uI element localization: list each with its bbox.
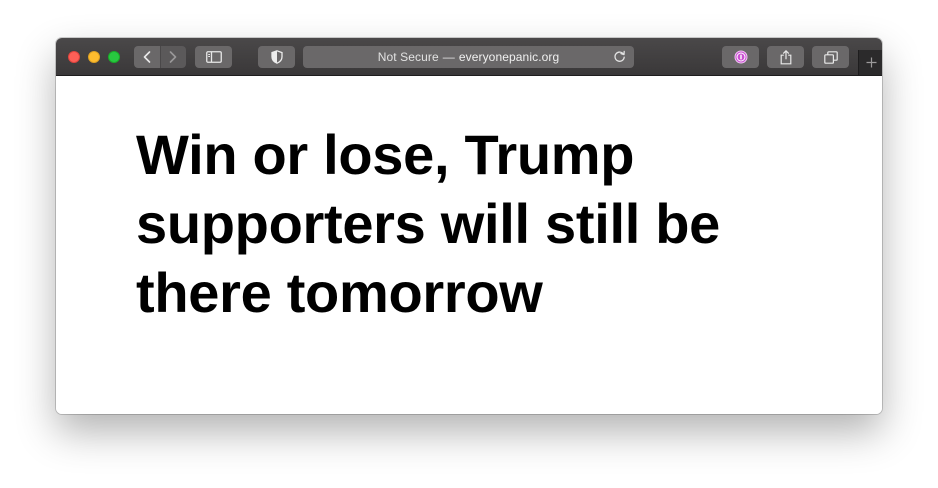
page-headline: Win or lose, Trump supporters will still… bbox=[136, 123, 721, 324]
address-separator: — bbox=[442, 50, 455, 64]
privacy-report-button[interactable] bbox=[258, 46, 295, 68]
chevron-right-icon bbox=[169, 51, 177, 63]
tab-overview-icon bbox=[823, 50, 838, 64]
address-domain: everyonepanic.org bbox=[458, 50, 560, 64]
back-button[interactable] bbox=[134, 46, 160, 68]
plus-icon bbox=[866, 57, 876, 68]
browser-toolbar: Not Secure — everyonepanic.org bbox=[56, 38, 882, 76]
minimize-window-button[interactable] bbox=[88, 51, 100, 63]
page-content: Win or lose, Trump supporters will still… bbox=[56, 76, 882, 414]
1password-icon bbox=[734, 50, 747, 64]
navigation-buttons bbox=[134, 46, 186, 68]
sidebar-icon bbox=[205, 51, 222, 63]
reload-icon[interactable] bbox=[613, 50, 626, 63]
maximize-window-button[interactable] bbox=[108, 51, 120, 63]
share-button[interactable] bbox=[767, 46, 804, 68]
shield-icon bbox=[270, 50, 283, 64]
password-manager-button[interactable] bbox=[722, 46, 759, 68]
tab-overview-button[interactable] bbox=[812, 46, 849, 68]
address-bar[interactable]: Not Secure — everyonepanic.org bbox=[303, 46, 634, 68]
sidebar-button[interactable] bbox=[195, 46, 232, 68]
close-window-button[interactable] bbox=[68, 51, 80, 63]
chevron-left-icon bbox=[143, 51, 151, 63]
forward-button[interactable] bbox=[160, 46, 186, 68]
new-tab-button[interactable] bbox=[858, 50, 882, 75]
security-label: Not Secure bbox=[377, 50, 439, 64]
share-icon bbox=[780, 49, 791, 64]
browser-window: Not Secure — everyonepanic.org Win or lo… bbox=[56, 38, 882, 414]
